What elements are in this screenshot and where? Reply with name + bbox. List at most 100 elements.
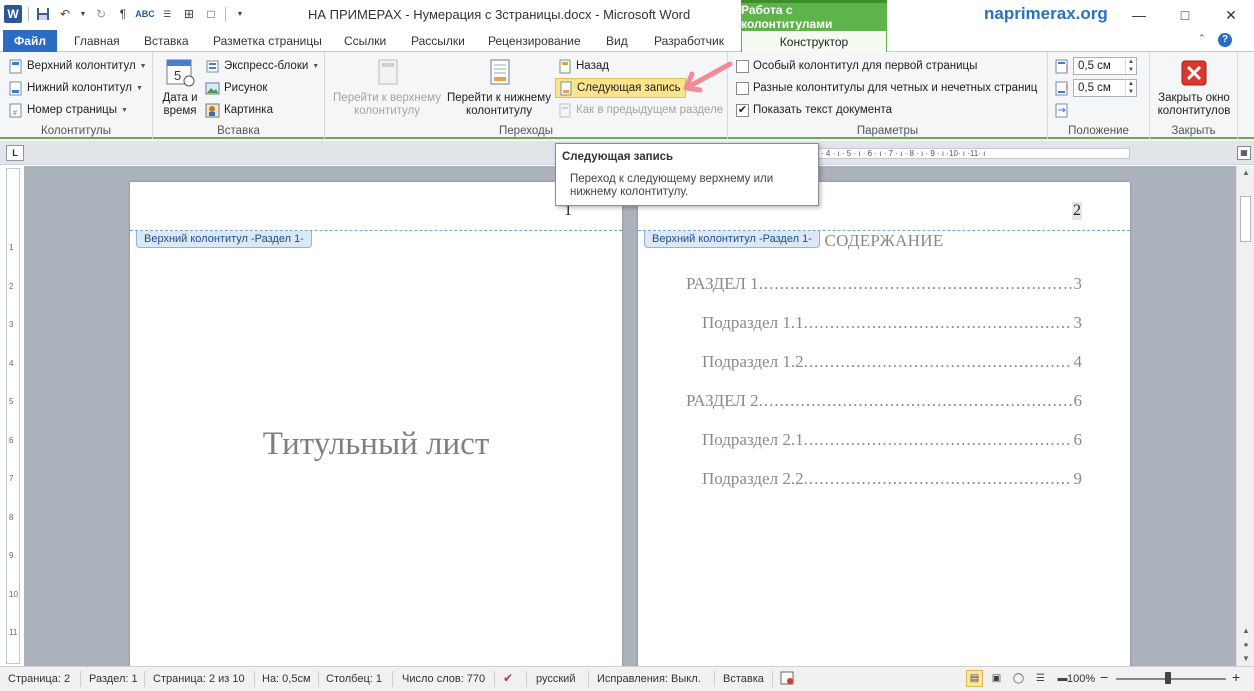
qat-separator <box>225 7 226 21</box>
footer-position-spinner[interactable]: 0,5 см ▲ ▼ <box>1073 79 1137 97</box>
footer-position-field[interactable]: 0,5 см ▲ ▼ <box>1054 78 1137 98</box>
save-icon[interactable] <box>35 6 51 22</box>
zoom-out-icon[interactable]: − <box>1100 669 1108 685</box>
numbering-icon[interactable]: ☰ <box>159 6 175 22</box>
new-document-icon[interactable]: □ <box>203 6 219 22</box>
footer-button[interactable]: Нижний колонтитул ▼ <box>8 78 143 98</box>
group-navigation: Перейти к верхнему колонтитулу Перейти к… <box>325 52 728 139</box>
zoom-slider-thumb[interactable] <box>1165 672 1171 684</box>
scroll-up-icon[interactable]: ▲ <box>1237 166 1254 180</box>
undo-dropdown-icon[interactable]: ▼ <box>79 6 87 22</box>
page-1[interactable]: 1 Верхний колонтитул -Раздел 1- Титульны… <box>130 182 622 666</box>
maximize-button[interactable]: □ <box>1162 0 1208 30</box>
header-button[interactable]: Верхний колонтитул ▼ <box>8 56 147 76</box>
spinner-arrows-icon[interactable]: ▲ ▼ <box>1125 58 1136 74</box>
zoom-slider[interactable] <box>1116 678 1226 680</box>
tooltip-title: Следующая запись <box>562 151 674 163</box>
spelling-icon[interactable]: ABC <box>135 6 155 22</box>
tab-developer[interactable]: Разработчик <box>654 30 724 52</box>
redo-icon[interactable]: ↻ <box>93 6 109 22</box>
macro-recording-icon[interactable] <box>780 671 794 688</box>
word-app-icon[interactable]: W <box>4 5 22 23</box>
status-section[interactable]: Раздел: 1 <box>89 673 138 685</box>
goto-footer-button[interactable]: Перейти к нижнему колонтитулу <box>443 57 555 118</box>
help-icon[interactable]: ? <box>1218 33 1232 47</box>
tab-file[interactable]: Файл <box>3 30 57 52</box>
title-page-heading[interactable]: Титульный лист <box>130 426 622 463</box>
view-ruler-icon[interactable]: ▦ <box>1237 146 1251 160</box>
collapse-ribbon-icon[interactable]: ⌃ <box>1198 33 1206 44</box>
status-page-of[interactable]: Страница: 2 из 10 <box>153 673 245 685</box>
tab-page-layout[interactable]: Разметка страницы <box>213 30 322 52</box>
proofing-icon[interactable]: ✔ <box>503 671 513 685</box>
status-column[interactable]: Столбец: 1 <box>326 673 382 685</box>
quick-parts-icon <box>205 59 220 74</box>
close-header-footer-button[interactable]: Закрыть окно колонтитулов <box>1152 57 1236 118</box>
status-language[interactable]: русский <box>536 673 575 685</box>
toc-entry[interactable]: РАЗДЕЛ 2 ...............................… <box>686 391 1082 411</box>
tab-review[interactable]: Рецензирование <box>488 30 581 52</box>
status-vertical-position[interactable]: На: 0,5см <box>262 673 311 685</box>
toc-entry[interactable]: Подраздел 1.1 ..........................… <box>702 313 1082 333</box>
tab-view[interactable]: Вид <box>606 30 628 52</box>
status-track-changes[interactable]: Исправления: Выкл. <box>597 673 701 685</box>
tab-home[interactable]: Главная <box>74 30 120 52</box>
browse-object-icon[interactable]: ● <box>1237 638 1254 652</box>
header-button-label: Верхний колонтитул <box>27 60 136 72</box>
previous-page-icon[interactable]: ▲ <box>1237 624 1254 638</box>
undo-icon[interactable]: ↶ <box>57 6 73 22</box>
horizontal-ruler[interactable]: · 4 · ı · 5 · ı · 6 · ı · 7 · ı · 8 · ı … <box>818 148 1130 159</box>
status-word-count[interactable]: Число слов: 770 <box>402 673 485 685</box>
web-layout-icon[interactable]: ◯ <box>1010 670 1027 687</box>
next-page-icon[interactable]: ▼ <box>1237 652 1254 666</box>
customize-qat-icon[interactable]: ▼ <box>232 6 248 22</box>
toc-page-number: 3 <box>1073 313 1083 332</box>
paragraph-marks-icon[interactable]: ¶ <box>115 6 131 22</box>
print-layout-view-icon[interactable]: ▤ <box>966 670 983 687</box>
close-window-button[interactable]: ✕ <box>1208 0 1254 30</box>
minimize-button[interactable]: — <box>1116 0 1162 30</box>
tab-mailings[interactable]: Рассылки <box>411 30 465 52</box>
page-number-button[interactable]: # Номер страницы ▼ <box>8 100 128 120</box>
clipart-button[interactable]: Картинка <box>205 100 273 120</box>
toc-entry[interactable]: Подраздел 2.1 ..........................… <box>702 430 1082 450</box>
status-page[interactable]: Страница: 2 <box>8 673 70 685</box>
table-icon[interactable]: ⊞ <box>181 6 197 22</box>
spinner-arrows-icon[interactable]: ▲ ▼ <box>1125 80 1136 96</box>
insert-alignment-tab-button[interactable] <box>1054 100 1069 120</box>
different-odd-even-checkbox[interactable]: Разные колонтитулы для четных и нечетных… <box>736 78 1037 98</box>
show-document-text-checkbox[interactable]: ✔ Показать текст документа <box>736 100 892 120</box>
next-button[interactable]: Следующая запись <box>555 78 686 98</box>
header-position-field[interactable]: 0,5 см ▲ ▼ <box>1054 56 1137 76</box>
page-2[interactable]: 2 СОДЕРЖАНИЕ Верхний колонтитул -Раздел … <box>638 182 1130 666</box>
outline-view-icon[interactable]: ☰ <box>1032 670 1049 687</box>
status-separator <box>714 671 715 687</box>
vertical-ruler[interactable]: 123456789101112 <box>6 168 20 664</box>
vertical-scrollbar[interactable]: ▲ ▲ ● ▼ <box>1236 166 1254 666</box>
scroll-thumb[interactable] <box>1240 196 1251 242</box>
header-page-number[interactable]: 2 <box>1072 202 1082 220</box>
full-screen-reading-icon[interactable]: ▣ <box>988 670 1005 687</box>
zoom-level[interactable]: 100% <box>1067 673 1095 685</box>
tab-insert[interactable]: Вставка <box>144 30 189 52</box>
group-label: Закрыть <box>1171 125 1216 137</box>
tab-design[interactable]: Конструктор <box>741 30 887 53</box>
previous-button[interactable]: Назад <box>557 56 609 76</box>
status-bar: Страница: 2 Раздел: 1 Страница: 2 из 10 … <box>0 666 1254 691</box>
link-previous-button[interactable]: Как в предыдущем разделе <box>557 100 723 120</box>
goto-header-button[interactable]: Перейти к верхнему колонтитулу <box>331 57 443 118</box>
toc-entry[interactable]: Подраздел 1.2 ..........................… <box>702 352 1082 372</box>
group-label: Положение <box>1068 125 1129 137</box>
toc-entry[interactable]: Подраздел 2.2 ..........................… <box>702 469 1082 489</box>
status-insert-mode[interactable]: Вставка <box>723 673 764 685</box>
different-first-page-checkbox[interactable]: Особый колонтитул для первой страницы <box>736 56 977 76</box>
vertical-ruler-tick: 7 <box>9 474 14 483</box>
date-time-button[interactable]: 5 Дата и время <box>159 57 201 118</box>
toc-entry[interactable]: РАЗДЕЛ 1 ...............................… <box>686 274 1082 294</box>
header-position-spinner[interactable]: 0,5 см ▲ ▼ <box>1073 57 1137 75</box>
quick-parts-button[interactable]: Экспресс-блоки ▼ <box>205 56 319 76</box>
tab-references[interactable]: Ссылки <box>344 30 386 52</box>
zoom-in-icon[interactable]: + <box>1232 669 1240 685</box>
tab-stop-selector[interactable]: L <box>6 145 24 161</box>
picture-button[interactable]: Рисунок <box>205 78 267 98</box>
